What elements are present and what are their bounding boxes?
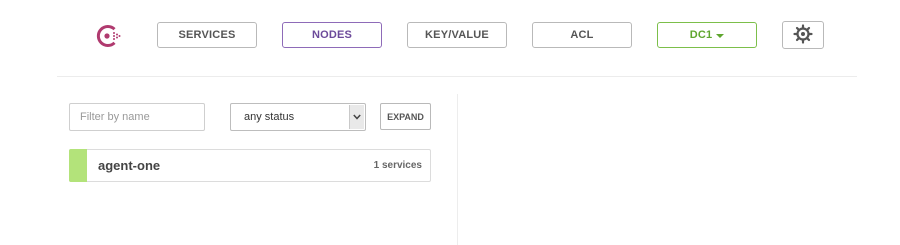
expand-label: EXPAND bbox=[387, 111, 424, 122]
nav-services-button[interactable]: SERVICES bbox=[157, 22, 257, 48]
nav-nodes-button[interactable]: NODES bbox=[282, 22, 382, 48]
header-divider bbox=[57, 76, 857, 77]
column-divider bbox=[457, 94, 458, 245]
caret-down-icon bbox=[716, 34, 725, 38]
app-root: SERVICES NODES KEY/VALUE ACL DC1 Filter … bbox=[0, 0, 900, 245]
filter-by-name-input[interactable] bbox=[69, 103, 205, 131]
chevron-down-icon bbox=[349, 105, 364, 129]
consul-logo-icon[interactable] bbox=[94, 22, 122, 50]
expand-button[interactable]: EXPAND bbox=[380, 103, 431, 130]
nav-nodes-label: NODES bbox=[311, 29, 353, 41]
nav-key-value-label: KEY/VALUE bbox=[425, 29, 489, 41]
status-filter-value: any status bbox=[244, 111, 295, 123]
settings-button[interactable] bbox=[782, 21, 824, 49]
datacenter-dropdown[interactable]: DC1 bbox=[657, 22, 757, 48]
gear-icon bbox=[793, 23, 813, 47]
nav-key-value-button[interactable]: KEY/VALUE bbox=[407, 22, 507, 48]
status-filter-select[interactable]: any status bbox=[230, 103, 366, 131]
nav-acl-button[interactable]: ACL bbox=[532, 22, 632, 48]
node-service-count: 1 services bbox=[373, 160, 422, 171]
nav-acl-label: ACL bbox=[570, 29, 594, 41]
nav-services-label: SERVICES bbox=[178, 29, 236, 41]
node-list-item[interactable]: agent-one 1 services bbox=[69, 149, 431, 182]
node-status-indicator bbox=[69, 149, 87, 182]
datacenter-label: DC1 bbox=[689, 29, 713, 41]
node-name: agent-one bbox=[98, 158, 161, 173]
